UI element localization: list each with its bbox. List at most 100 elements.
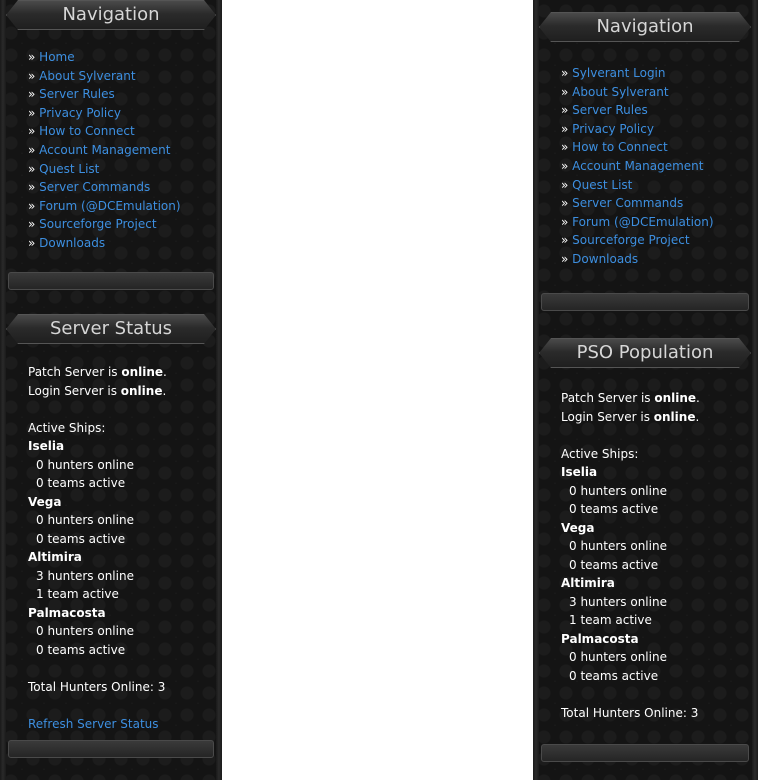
nav-item-commands: » Server Commands (561, 196, 684, 211)
nav-link-forum[interactable]: Forum (@DCEmulation) (572, 215, 713, 229)
nav-link-account[interactable]: Account Management (572, 159, 703, 173)
nav-item-quests: » Quest List (561, 177, 633, 192)
population-body: Patch Server is online. Login Server is … (561, 389, 700, 722)
right-sidebar: Navigation » Sylverant Login » About Syl… (533, 0, 758, 780)
left-border (533, 0, 539, 780)
total-hunters: Total Hunters Online: 3 (561, 705, 699, 720)
nav-link-quests[interactable]: Quest List (572, 178, 632, 192)
nav-link-about[interactable]: About Sylverant (572, 85, 668, 99)
navigation-footer (8, 272, 214, 290)
ship-hunters: 0 hunters online (36, 624, 134, 638)
patch-server-state: online (121, 365, 164, 379)
navigation-header: Navigation (539, 12, 751, 42)
ship-name: Altimira (28, 550, 82, 564)
population-header: PSO Population (539, 338, 751, 368)
nav-link-downloads[interactable]: Downloads (39, 236, 105, 250)
nav-item-rules: » Server Rules (28, 87, 115, 102)
nav-link-connect[interactable]: How to Connect (39, 124, 134, 138)
nav-item-sourceforge: » Sourceforge Project (561, 233, 690, 248)
nav-link-account[interactable]: Account Management (39, 143, 170, 157)
ship-hunters: 0 hunters online (569, 483, 667, 498)
ship-name: Vega (561, 520, 595, 535)
navigation-header: Navigation (6, 0, 216, 30)
ship-teams: 0 teams active (569, 557, 659, 572)
login-server-line: Login Server is online. (28, 383, 167, 398)
ship-hunters: 0 hunters online (569, 539, 667, 553)
ship-name: Vega (28, 494, 62, 509)
nav-link-login[interactable]: Sylverant Login (572, 66, 665, 80)
nav-link-forum[interactable]: Forum (@DCEmulation) (39, 199, 180, 213)
nav-item-connect: » How to Connect (561, 140, 668, 155)
nav-item-downloads: » Downloads (561, 251, 639, 266)
patch-server-line: Patch Server is online. (28, 365, 167, 379)
ship-name: Iselia (561, 465, 598, 479)
nav-link-privacy[interactable]: Privacy Policy (39, 106, 121, 120)
ship-name: Palmacosta (561, 631, 639, 646)
ship-teams: 0 teams active (569, 502, 659, 516)
nav-link-quests[interactable]: Quest List (39, 162, 99, 176)
navigation-title: Navigation (596, 16, 694, 37)
nav-link-commands[interactable]: Server Commands (572, 196, 683, 210)
server-status-title: Server Status (49, 318, 173, 339)
nav-item-login: » Sylverant Login (561, 66, 666, 80)
left-border (0, 0, 6, 780)
ship-teams: 1 team active (36, 587, 119, 601)
nav-link-home[interactable]: Home (39, 50, 74, 64)
nav-item-commands: » Server Commands (28, 180, 151, 195)
ship-teams: 0 teams active (36, 642, 126, 657)
nav-item-account: » Account Management (28, 142, 171, 157)
navigation-title: Navigation (62, 4, 160, 25)
active-ships-label: Active Ships: (561, 446, 639, 461)
nav-item-home: » Home (28, 50, 75, 64)
nav-item-forum: » Forum (@DCEmulation) (28, 198, 181, 213)
nav-link-privacy[interactable]: Privacy Policy (572, 122, 654, 136)
nav-link-downloads[interactable]: Downloads (572, 252, 638, 266)
login-server-state: online (653, 409, 696, 424)
population-title: PSO Population (576, 342, 714, 363)
server-status-body: Patch Server is online. Login Server is … (28, 363, 167, 733)
nav-link-connect[interactable]: How to Connect (572, 140, 667, 154)
login-server-line: Login Server is online. (561, 409, 700, 424)
patch-server-state: online (654, 391, 697, 405)
ship-hunters: 3 hunters online (36, 568, 134, 583)
navigation-list: » Sylverant Login » About Sylverant » Se… (561, 64, 714, 269)
ship-name: Palmacosta (28, 605, 106, 620)
ship-hunters: 0 hunters online (36, 457, 134, 472)
refresh-server-status-link[interactable]: Refresh Server Status (28, 717, 159, 731)
nav-item-downloads: » Downloads (28, 235, 106, 250)
active-ships-label: Active Ships: (28, 420, 106, 435)
nav-item-rules: » Server Rules (561, 103, 648, 118)
nav-link-rules[interactable]: Server Rules (572, 103, 648, 117)
nav-link-sourceforge[interactable]: Sourceforge Project (39, 217, 156, 231)
navigation-footer (541, 293, 749, 311)
nav-link-about[interactable]: About Sylverant (39, 69, 135, 83)
right-border (752, 0, 758, 780)
nav-item-privacy: » Privacy Policy (561, 121, 654, 136)
nav-item-forum: » Forum (@DCEmulation) (561, 214, 714, 229)
ship-name: Iselia (28, 439, 65, 453)
nav-item-account: » Account Management (561, 158, 704, 173)
nav-item-about: » About Sylverant (561, 84, 669, 99)
nav-item-connect: » How to Connect (28, 124, 135, 139)
right-border (216, 0, 222, 780)
ship-teams: 0 teams active (36, 476, 126, 490)
ship-hunters: 3 hunters online (569, 594, 667, 609)
ship-hunters: 0 hunters online (569, 650, 667, 664)
nav-link-commands[interactable]: Server Commands (39, 180, 150, 194)
nav-link-rules[interactable]: Server Rules (39, 87, 115, 101)
server-status-footer (8, 740, 214, 758)
ship-hunters: 0 hunters online (36, 513, 134, 527)
nav-item-sourceforge: » Sourceforge Project (28, 217, 157, 232)
ship-teams: 0 teams active (36, 531, 126, 546)
total-hunters: Total Hunters Online: 3 (28, 679, 166, 694)
login-server-state: online (120, 383, 163, 398)
left-sidebar: Navigation » Home » About Sylverant » Se… (0, 0, 222, 780)
nav-link-sourceforge[interactable]: Sourceforge Project (572, 233, 689, 247)
nav-item-privacy: » Privacy Policy (28, 105, 121, 120)
ship-teams: 1 team active (569, 613, 652, 627)
